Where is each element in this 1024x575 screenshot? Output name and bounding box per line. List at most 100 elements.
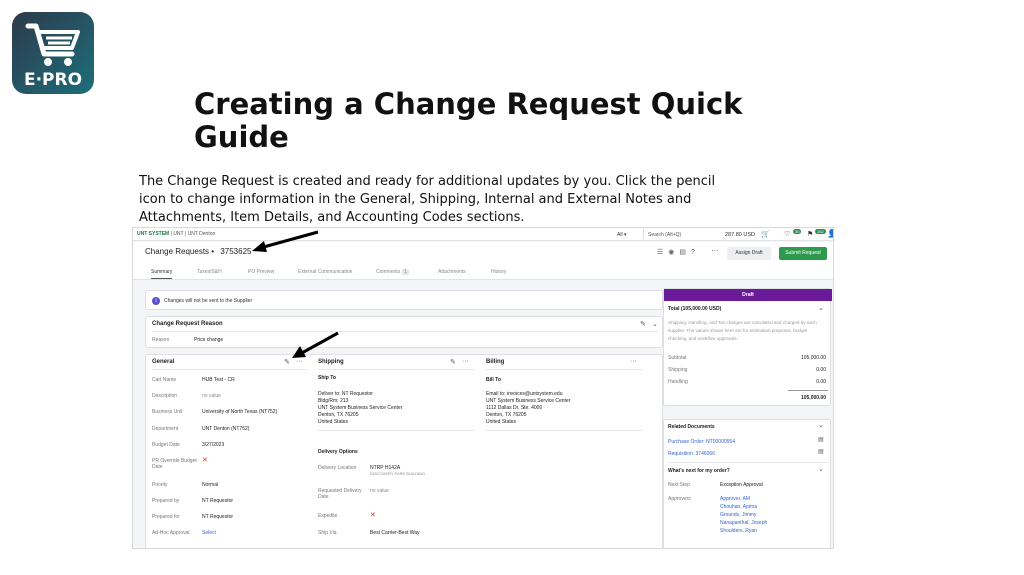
ship-to-line: United States (318, 419, 349, 425)
ship-to-label: Ship To (318, 375, 336, 381)
override-unchecked-icon: ✕ (202, 457, 208, 464)
next-step-label: Next Step (668, 482, 690, 488)
flag-icon[interactable]: ⚑ (807, 230, 813, 238)
request-title: Change Requests • 3753625 (145, 247, 251, 256)
notice-text: Changes will not be sent to the Supplier (164, 298, 253, 304)
divider (152, 369, 308, 370)
related-documents-heading: Related Documents (668, 424, 715, 430)
divider (152, 331, 658, 332)
cart-amount[interactable]: 287.80 USD (725, 232, 755, 238)
assign-draft-button[interactable]: Assign Draft (727, 247, 771, 260)
general-row-value: HUB Test - CR (202, 377, 235, 383)
grand-total: 105,000.00 (800, 395, 826, 401)
ship-to-line: UNT System Business Service Center (318, 405, 403, 411)
general-row-label: Department (152, 426, 179, 432)
info-icon: i (152, 297, 160, 305)
cart-icon[interactable]: 🛒 (761, 230, 770, 238)
search-scope-select[interactable]: All ▾ (617, 232, 626, 238)
reason-value: Price change (194, 337, 224, 343)
edit-shipping-pencil-icon[interactable]: ✎ (450, 358, 456, 366)
shipping-row-label: Ship Via (318, 530, 337, 536)
general-row-label: Budget Date (152, 442, 180, 448)
shipping-row-label: Delivery Location (318, 465, 357, 471)
top-navigation-bar: UNT SYSTEM | UNT | UNT Denton All ▾ Sear… (133, 228, 833, 241)
order-summary-panel: Draft Total (105,000.00 USD) ⌄ Shipping,… (663, 288, 832, 406)
view-icon[interactable]: ◉ (668, 249, 679, 256)
tab-summary[interactable]: Summary (151, 269, 173, 279)
approver-link[interactable]: Chouhan, Apima (720, 504, 757, 510)
approver-link[interactable]: Shoulders, Ryan (720, 528, 757, 534)
list-icon[interactable]: ☰ (657, 249, 668, 256)
tab-comments-label: Comments (376, 269, 401, 275)
general-row-label: Business Unit (152, 409, 183, 415)
print-icon[interactable]: ▤ (818, 448, 824, 455)
action-badge[interactable]: 162 (815, 229, 826, 234)
reason-label: Reason (152, 337, 170, 343)
summary-line-label: Subtotal (668, 355, 687, 361)
tab-external-communication[interactable]: External Communication (298, 269, 352, 275)
bill-to-line: United States (486, 419, 517, 425)
slide: E·PRO Creating a Change Request Quick Gu… (0, 0, 1024, 575)
ship-to-line: Deliver to: NT Requestor (318, 391, 373, 397)
tab-history[interactable]: History (491, 269, 507, 275)
tab-comments[interactable]: Comments 1 (376, 269, 409, 275)
title-separator: • (211, 247, 215, 256)
divider (788, 390, 828, 391)
general-row-label: Ad-Hoc Approval (152, 530, 190, 536)
general-row-label: Description (152, 393, 178, 399)
notification-badge[interactable]: 30 (793, 229, 802, 234)
chevron-down-icon[interactable]: ⌄ (818, 421, 824, 429)
more-actions-button[interactable]: ··· (711, 246, 719, 255)
tab-bar: Summary Taxes/S&H PO Preview External Co… (133, 266, 833, 280)
supplier-notice: i Changes will not be sent to the Suppli… (145, 290, 663, 310)
print-icon[interactable]: ▤ (679, 249, 691, 256)
requisition-link[interactable]: Requisition: 3746066 (668, 451, 715, 457)
general-row-value: University of North Texas (NT752) (202, 409, 278, 415)
general-row-label: Prepared for (152, 514, 180, 520)
divider (486, 369, 642, 370)
tab-po-preview[interactable]: PO Preview (248, 269, 274, 275)
approver-link[interactable]: Nanapanthal, Joseph (720, 520, 767, 526)
chevron-down-icon[interactable]: ⌄ (818, 304, 824, 312)
favorites-icon[interactable]: ♡ (784, 230, 790, 238)
total-label: Total (105,000.00 USD) (668, 306, 722, 312)
comments-count: 1 (402, 269, 409, 275)
request-number: 3753625 (220, 247, 252, 256)
search-input[interactable]: Search (Alt+Q) (643, 229, 723, 239)
divider (668, 462, 828, 463)
bill-to-label: Bill To (486, 377, 501, 383)
general-row-value: UNT Denton (NT752) (202, 426, 250, 432)
general-row-value: NT Requestor (202, 498, 234, 504)
submit-request-button[interactable]: Submit Request (779, 247, 827, 260)
chevron-down-icon[interactable]: ⌄ (818, 465, 824, 473)
related-documents-panel: Related Documents ⌄ Purchase Order: NT00… (663, 419, 831, 548)
billing-more-icon[interactable]: ··· (630, 358, 637, 365)
approvers-label: Approvers (668, 496, 691, 502)
brand-mid: UNT (173, 231, 184, 237)
request-title-label: Change Requests (145, 247, 210, 256)
shipping-row-label: Requested Delivery Date (318, 488, 362, 500)
summary-line-value: 0.00 (816, 367, 826, 373)
delivery-location-subtext: DISCOVERY PARK BUILDING (370, 471, 426, 476)
purchase-order-link[interactable]: Purchase Order: NT00000554 (668, 439, 735, 445)
chevron-down-icon[interactable]: ⌄ (652, 320, 658, 328)
print-icon[interactable]: ▤ (818, 436, 824, 443)
logo-text: E·PRO (23, 70, 83, 90)
edit-reason-pencil-icon[interactable]: ✎ (640, 320, 646, 328)
details-card: General ✎ ··· Cart Name HUB Test - CR De… (145, 354, 663, 548)
general-row-value: no value (202, 393, 221, 399)
tab-attachments[interactable]: Attachments (438, 269, 466, 275)
arrow-to-request-number-icon (252, 230, 319, 252)
tab-taxes[interactable]: Taxes/S&H (197, 269, 222, 275)
summary-line-label: Shipping (668, 367, 688, 373)
ad-hoc-select-link[interactable]: Select (202, 530, 216, 536)
shipping-more-icon[interactable]: ··· (462, 358, 469, 365)
bill-to-line: Denton, TX 76205 (486, 412, 527, 418)
approver-link[interactable]: Approver, AM (720, 496, 750, 502)
general-row-value: 3/27/2023 (202, 442, 225, 448)
approver-link[interactable]: Grounds, Jimmy (720, 512, 756, 518)
edit-general-pencil-icon[interactable]: ✎ (284, 358, 290, 366)
slide-body: The Change Request is created and ready … (139, 174, 716, 225)
user-icon[interactable]: 👤 (827, 229, 833, 238)
help-icon[interactable]: ? (691, 249, 700, 256)
